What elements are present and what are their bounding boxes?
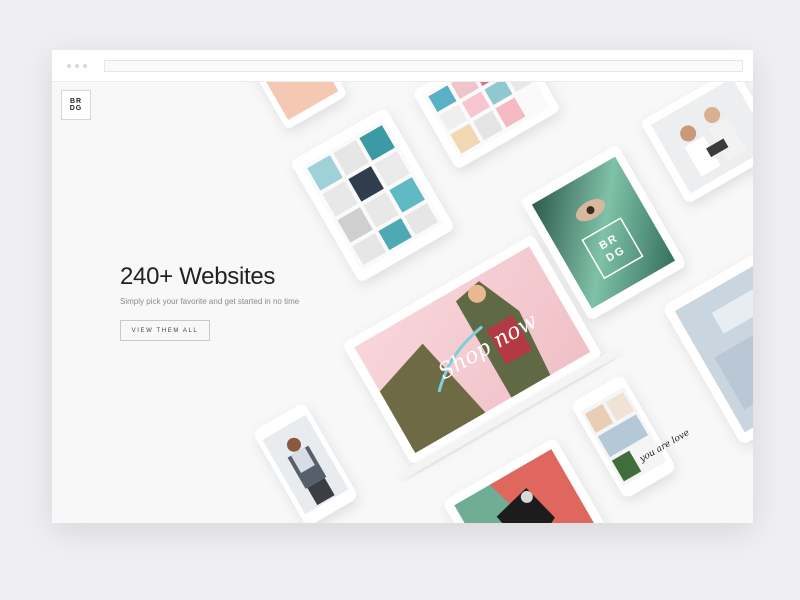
browser-window: BR DG Shop now you are love BR DG 240+ W… <box>52 50 753 523</box>
hero-title: 240+ Websites <box>120 263 276 290</box>
brand-logo-text: BR DG <box>69 98 83 112</box>
tablet-mockup-grid <box>292 109 453 281</box>
view-them-all-button[interactable]: VIEW THEM ALL <box>120 320 210 341</box>
tablet-mockup-top-left <box>244 82 346 128</box>
page-viewport: BR DG Shop now you are love BR DG 240+ W… <box>52 82 753 523</box>
tablet-mockup-bottom <box>444 439 612 523</box>
window-dot-icon[interactable] <box>67 64 71 68</box>
window-dot-icon[interactable] <box>75 64 79 68</box>
address-bar[interactable] <box>104 60 743 72</box>
phone-mockup-right: you are love <box>572 376 691 497</box>
browser-toolbar <box>52 50 753 82</box>
tablet-mockup-top-right <box>642 82 753 202</box>
tablet-mockup-top-center <box>414 82 559 168</box>
hero-subtitle: Simply pick your favorite and get starte… <box>120 297 300 306</box>
tablet-mockup-right-edge <box>664 244 753 443</box>
phone-mockup-left <box>254 404 357 523</box>
brand-logo[interactable]: BR DG <box>61 90 91 120</box>
window-dot-icon[interactable] <box>83 64 87 68</box>
